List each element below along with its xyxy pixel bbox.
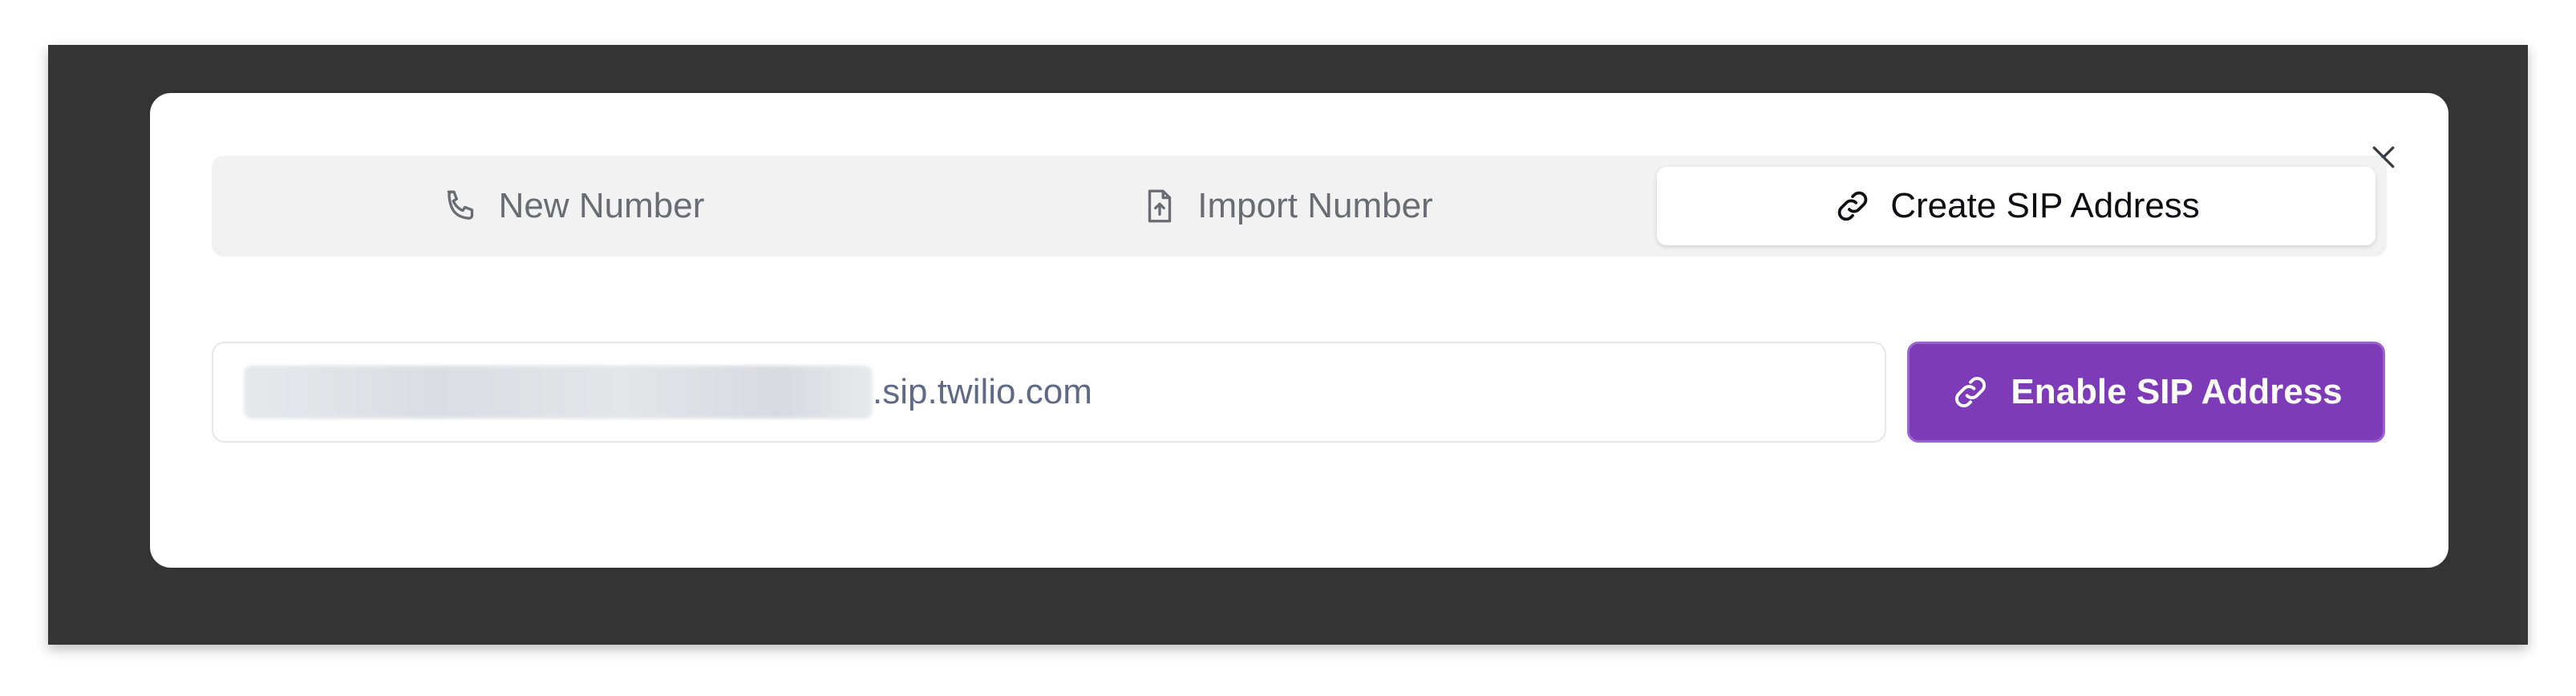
sip-address-input[interactable]: .sip.twilio.com <box>212 342 1886 443</box>
tab-label: Import Number <box>1197 186 1433 225</box>
enable-sip-address-button[interactable]: Enable SIP Address <box>1907 342 2385 443</box>
redacted-sip-prefix <box>244 366 873 419</box>
link-icon <box>1955 376 1987 408</box>
sip-domain-suffix: .sip.twilio.com <box>873 372 1092 411</box>
tab-import-number[interactable]: Import Number <box>934 167 1639 245</box>
link-icon <box>1837 191 1868 221</box>
tab-label: Create SIP Address <box>1890 186 2200 225</box>
tab-create-sip-address[interactable]: Create SIP Address <box>1657 167 2376 245</box>
tab-bar: New Number Import Number Create SIP Addr… <box>212 156 2387 257</box>
tab-new-number[interactable]: New Number <box>220 167 925 245</box>
enable-button-label: Enable SIP Address <box>2011 372 2343 411</box>
file-upload-icon <box>1148 189 1172 223</box>
phone-icon <box>447 190 473 220</box>
tab-label: New Number <box>498 186 705 225</box>
